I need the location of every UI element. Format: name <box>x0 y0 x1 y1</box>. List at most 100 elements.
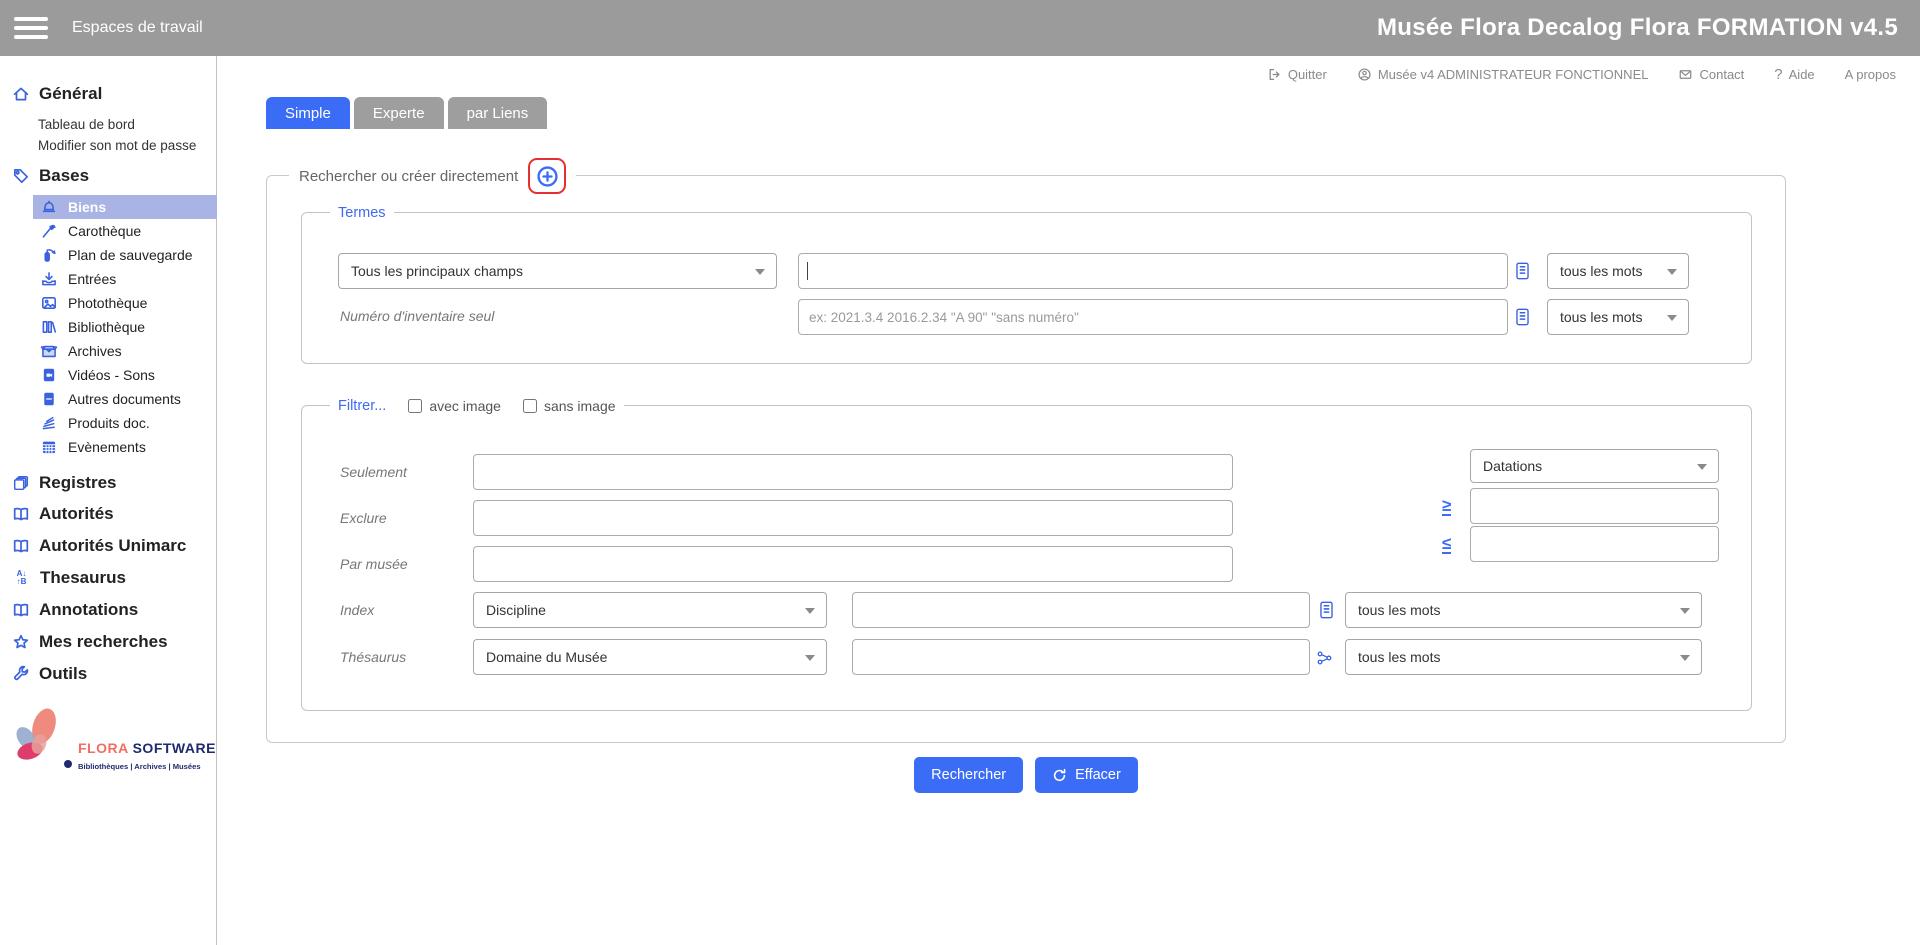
effacer-button[interactable]: Effacer <box>1035 757 1138 793</box>
create-record-button[interactable] <box>528 158 566 194</box>
logo-name: FLORA SOFTWARE <box>78 740 216 756</box>
index-lookup-icon[interactable] <box>1514 261 1531 281</box>
sidebar-section-label: Général <box>39 84 102 104</box>
sidebar-section-label: Bases <box>39 166 89 186</box>
sidebar-section-label: Mes recherches <box>39 632 168 652</box>
sidebar-item-modifier-mot-de-passe[interactable]: Modifier son mot de passe <box>0 135 216 156</box>
sidebar-item-biens[interactable]: Biens <box>33 195 217 219</box>
sidebar-section-autorites[interactable]: Autorités <box>0 498 216 530</box>
thesaurus-field-dropdown[interactable]: Domaine du Musée <box>473 639 827 675</box>
calendar-icon <box>40 438 58 456</box>
display-dome-icon <box>40 198 58 216</box>
user-label: Musée v4 ADMINISTRATEUR FONCTIONNEL <box>1378 67 1649 82</box>
avec-image-checkbox[interactable] <box>408 399 422 413</box>
mail-icon <box>1678 67 1693 82</box>
thesaurus-value-input[interactable] <box>852 639 1310 675</box>
top-bar: Espaces de travail Musée Flora Decalog F… <box>0 0 1920 56</box>
exclure-input[interactable] <box>473 500 1233 536</box>
paper-stack-icon <box>40 414 58 432</box>
sidebar: Général Tableau de bord Modifier son mot… <box>0 56 217 945</box>
rechercher-button[interactable]: Rechercher <box>914 757 1023 793</box>
tab-experte[interactable]: Experte <box>354 97 444 129</box>
contact-label: Contact <box>1699 67 1744 82</box>
term-match-mode-dropdown[interactable]: tous les mots <box>1547 253 1689 289</box>
sidebar-item-bibliotheque[interactable]: Bibliothèque <box>0 315 216 339</box>
quitter-link[interactable]: Quitter <box>1267 67 1327 82</box>
archive-box-icon <box>40 342 58 360</box>
chevron-down-icon <box>1667 269 1677 275</box>
index-lookup-icon[interactable] <box>1318 600 1335 620</box>
sidebar-item-label: Biens <box>68 199 106 215</box>
sidebar-section-outils[interactable]: Outils <box>0 658 216 690</box>
tab-par-liens[interactable]: par Liens <box>448 97 548 129</box>
index-match-mode-dropdown[interactable]: tous les mots <box>1345 592 1702 628</box>
sidebar-item-evenements[interactable]: Evènements <box>0 435 216 459</box>
sidebar-item-phototheque[interactable]: Photothèque <box>0 291 216 315</box>
star-icon <box>12 633 30 651</box>
index-value-input[interactable] <box>852 592 1310 628</box>
sidebar-item-label: Carothèque <box>68 223 141 239</box>
hierarchy-icon[interactable] <box>1316 648 1333 668</box>
inventory-match-mode-dropdown[interactable]: tous les mots <box>1547 299 1689 335</box>
sidebar-section-annotations[interactable]: Annotations <box>0 594 216 626</box>
datation-max-input[interactable] <box>1470 526 1719 562</box>
utility-bar: Quitter Musée v4 ADMINISTRATEUR FONCTION… <box>1267 66 1896 83</box>
sidebar-item-label: Modifier son mot de passe <box>38 138 196 153</box>
aide-link[interactable]: ? Aide <box>1774 66 1814 83</box>
aide-label: Aide <box>1789 67 1815 82</box>
sidebar-section-mes-recherches[interactable]: Mes recherches <box>0 626 216 658</box>
sidebar-section-thesaurus[interactable]: A↓↑B Thesaurus <box>0 562 216 594</box>
sidebar-item-label: Plan de sauvegarde <box>68 247 193 263</box>
sans-image-option: sans image <box>523 397 616 415</box>
gte-link[interactable]: ≥ <box>1442 497 1451 516</box>
field-selector-dropdown[interactable]: Tous les principaux champs <box>338 253 777 289</box>
open-book-icon <box>12 601 30 619</box>
chevron-down-icon <box>1680 655 1690 661</box>
index-field-dropdown[interactable]: Discipline <box>473 592 827 628</box>
lte-link[interactable]: ≤ <box>1442 535 1451 554</box>
logo-tagline: Bibliothèques | Archives | Musées <box>78 762 216 771</box>
tag-icon <box>12 167 30 185</box>
text-cursor <box>807 262 808 280</box>
sidebar-item-plan-de-sauvegarde[interactable]: Plan de sauvegarde <box>0 243 216 267</box>
datation-min-input[interactable] <box>1470 488 1719 524</box>
contact-link[interactable]: Contact <box>1678 67 1744 82</box>
sidebar-section-general[interactable]: Général <box>0 82 216 106</box>
sidebar-section-registres[interactable]: Registres <box>0 468 216 498</box>
sidebar-item-autres-documents[interactable]: Autres documents <box>0 387 216 411</box>
datations-dropdown[interactable]: Datations <box>1470 449 1719 483</box>
hamburger-menu-icon[interactable] <box>14 17 48 39</box>
a-propos-link[interactable]: A propos <box>1845 67 1896 82</box>
fire-extinguisher-icon <box>40 246 58 264</box>
sidebar-section-autorites-unimarc[interactable]: Autorités Unimarc <box>0 530 216 562</box>
termes-legend[interactable]: Termes <box>330 204 394 222</box>
plus-circle-icon <box>535 164 560 189</box>
search-mode-tabs: Simple Experte par Liens <box>266 97 547 129</box>
thesaurus-match-mode-dropdown[interactable]: tous les mots <box>1345 639 1702 675</box>
logo-name-software: SOFTWARE <box>133 740 216 756</box>
sidebar-item-carotheque[interactable]: Carothèque <box>0 219 216 243</box>
filter-legend[interactable]: Filtrer... <box>338 397 386 415</box>
sidebar-item-produits-doc[interactable]: Produits doc. <box>0 411 216 435</box>
inventory-number-input[interactable] <box>798 299 1508 335</box>
quitter-label: Quitter <box>1288 67 1327 82</box>
sidebar-item-videos-sons[interactable]: Vidéos - Sons <box>0 363 216 387</box>
sans-image-checkbox[interactable] <box>523 399 537 413</box>
chevron-down-icon <box>805 608 815 614</box>
user-account-link[interactable]: Musée v4 ADMINISTRATEUR FONCTIONNEL <box>1357 67 1649 82</box>
termes-fieldset: Termes Tous les principaux champs tous l… <box>301 212 1752 364</box>
sidebar-item-entrees[interactable]: Entrées <box>0 267 216 291</box>
a-propos-label: A propos <box>1845 67 1896 82</box>
seulement-input[interactable] <box>473 454 1233 490</box>
search-create-panel: Rechercher ou créer directement Termes T… <box>266 175 1786 743</box>
sidebar-item-tableau-de-bord[interactable]: Tableau de bord <box>0 114 216 135</box>
sidebar-item-archives[interactable]: Archives <box>0 339 216 363</box>
panel-legend: Rechercher ou créer directement <box>299 168 518 185</box>
term-search-input[interactable] <box>798 253 1508 289</box>
sidebar-section-label: Thesaurus <box>40 568 126 588</box>
sidebar-section-bases[interactable]: Bases <box>0 164 216 188</box>
sidebar-item-label: Produits doc. <box>68 415 150 431</box>
par-musee-input[interactable] <box>473 546 1233 582</box>
index-lookup-icon[interactable] <box>1514 307 1531 327</box>
tab-simple[interactable]: Simple <box>266 97 350 129</box>
